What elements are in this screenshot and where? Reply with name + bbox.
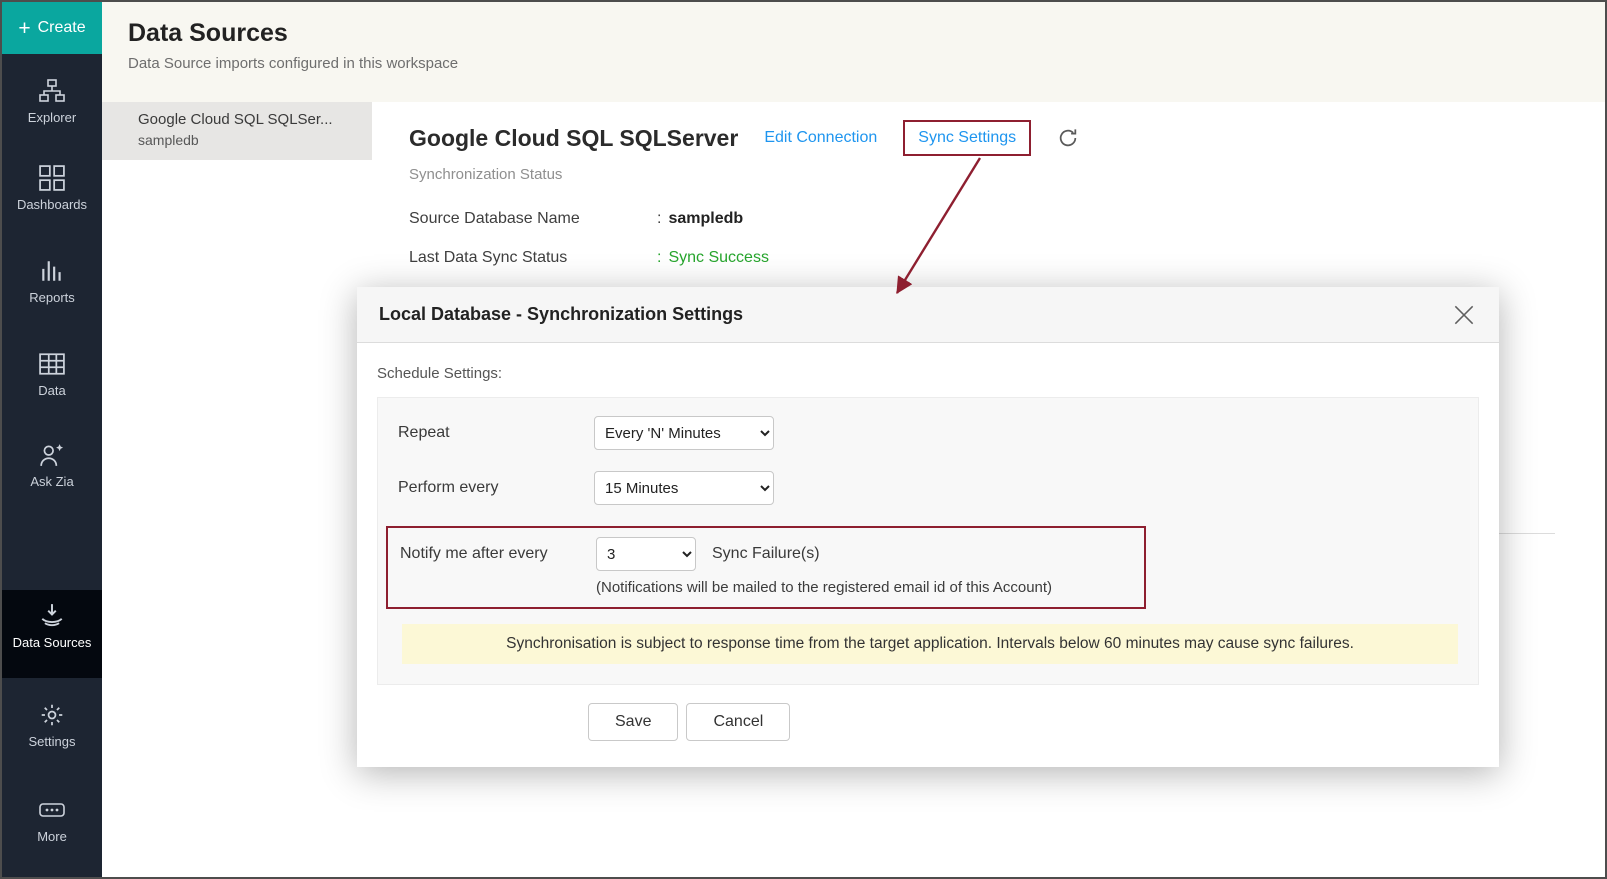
datasource-title: Google Cloud SQL SQLServer (409, 125, 738, 152)
create-button-label: Create (38, 19, 86, 37)
notify-note: (Notifications will be mailed to the reg… (596, 579, 1132, 596)
notify-count-select[interactable]: 3 (596, 537, 696, 571)
sidebar-item-more[interactable]: More (2, 797, 102, 844)
modal-body: Schedule Settings: Repeat Every 'N' Minu… (357, 343, 1499, 767)
page-subtitle: Data Source imports configured in this w… (128, 55, 1607, 72)
schedule-settings-label: Schedule Settings: (377, 365, 1479, 382)
field-colon: : (657, 249, 661, 267)
sidebar-item-label: Reports (29, 290, 75, 305)
repeat-select[interactable]: Every 'N' Minutes (594, 416, 774, 450)
close-icon[interactable] (1451, 302, 1477, 328)
perform-every-label: Perform every (398, 479, 594, 497)
source-list-panel: Google Cloud SQL SQLSer... sampledb (102, 102, 372, 877)
save-button[interactable]: Save (588, 703, 678, 741)
sidebar-item-label: More (37, 829, 67, 844)
field-label: Last Data Sync Status (409, 249, 657, 267)
cancel-button[interactable]: Cancel (686, 703, 790, 741)
sidebar-item-label: Ask Zia (30, 474, 73, 489)
sidebar-item-reports[interactable]: Reports (2, 258, 102, 305)
notify-suffix: Sync Failure(s) (712, 545, 820, 563)
explorer-icon (39, 78, 65, 104)
source-name: Google Cloud SQL SQLSer... (138, 111, 360, 128)
field-label: Source Database Name (409, 210, 657, 228)
field-value-sync-status: Sync Success (668, 249, 768, 267)
modal-title: Local Database - Synchronization Setting… (379, 304, 743, 325)
repeat-row: Repeat Every 'N' Minutes (398, 416, 1458, 450)
dashboards-icon (39, 165, 65, 191)
field-row-sync-status: Last Data Sync Status : Sync Success (409, 249, 1605, 267)
schedule-settings-panel: Repeat Every 'N' Minutes Perform every 1… (377, 397, 1479, 685)
perform-every-select[interactable]: 15 Minutes (594, 471, 774, 505)
source-database: sampledb (138, 132, 360, 148)
reports-icon (39, 258, 65, 284)
sidebar-item-settings[interactable]: Settings (2, 702, 102, 749)
sync-settings-annotation-box: Sync Settings (903, 120, 1031, 156)
data-table-icon (39, 351, 65, 377)
notify-row: Notify me after every 3 Sync Failure(s) (400, 537, 1132, 571)
sidebar-item-label: Data (38, 383, 65, 398)
create-button[interactable]: + Create (2, 2, 102, 54)
sidebar-item-label: Explorer (28, 110, 76, 125)
notify-annotation-box: Notify me after every 3 Sync Failure(s) … (386, 526, 1146, 609)
sync-settings-link[interactable]: Sync Settings (918, 129, 1016, 146)
sidebar-item-data-sources[interactable]: Data Sources (2, 590, 102, 678)
sidebar-item-label: Data Sources (13, 635, 92, 650)
page-header: Data Sources Data Source imports configu… (102, 2, 1607, 102)
refresh-icon[interactable] (1057, 127, 1079, 149)
data-sources-icon (39, 602, 65, 628)
page-title: Data Sources (128, 19, 1607, 48)
app-root: + Create Explorer Dashboards (0, 0, 1607, 879)
field-colon: : (657, 210, 661, 228)
edit-connection-link[interactable]: Edit Connection (764, 129, 877, 147)
sync-settings-modal: Local Database - Synchronization Setting… (357, 287, 1499, 767)
sidebar-item-ask-zia[interactable]: Ask Zia (2, 442, 102, 489)
repeat-label: Repeat (398, 424, 594, 442)
gear-icon (39, 702, 65, 728)
sidebar-item-dashboards[interactable]: Dashboards (2, 165, 102, 212)
more-ellipsis-icon (39, 797, 65, 823)
notify-label: Notify me after every (400, 545, 596, 563)
sidebar-item-label: Settings (29, 734, 76, 749)
plus-icon: + (18, 18, 30, 39)
field-value-database-name: sampledb (668, 210, 743, 228)
sidebar-item-data[interactable]: Data (2, 351, 102, 398)
perform-every-row: Perform every 15 Minutes (398, 471, 1458, 505)
sync-status-section-label: Synchronization Status (409, 166, 1605, 183)
sidebar-item-explorer[interactable]: Explorer (2, 78, 102, 125)
modal-header: Local Database - Synchronization Setting… (357, 287, 1499, 343)
sidebar: + Create Explorer Dashboards (2, 2, 102, 877)
source-list-item[interactable]: Google Cloud SQL SQLSer... sampledb (102, 102, 372, 160)
field-row-database-name: Source Database Name : sampledb (409, 210, 1605, 228)
sync-warning-banner: Synchronisation is subject to response t… (402, 624, 1458, 664)
ask-zia-icon (39, 442, 65, 468)
modal-actions: Save Cancel (588, 703, 1479, 741)
sidebar-item-label: Dashboards (17, 197, 87, 212)
